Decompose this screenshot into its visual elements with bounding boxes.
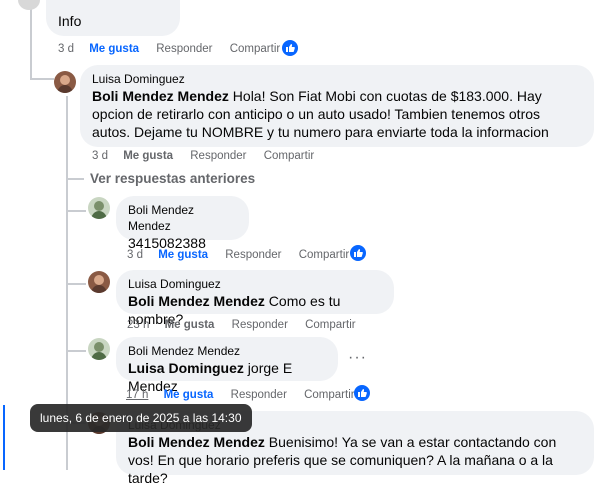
- share-button[interactable]: Compartir: [264, 149, 314, 163]
- thread-connector-c4: [66, 350, 86, 352]
- timestamp[interactable]: 23 h: [127, 318, 149, 332]
- thread-connector-c3: [66, 283, 86, 285]
- mention-link[interactable]: Luisa Dominguez: [128, 360, 244, 376]
- like-reaction-icon[interactable]: [282, 40, 298, 56]
- avatar-boli[interactable]: [88, 338, 110, 360]
- like-button[interactable]: Me gusta: [165, 318, 215, 332]
- comment-bubble-top: Info: [46, 0, 180, 36]
- comment-actions-2: 3 d Me gusta Responder Compartir: [127, 248, 363, 262]
- avatar-top[interactable]: [18, 0, 40, 10]
- thread-line-main-curve: [30, 78, 54, 80]
- more-options-icon[interactable]: ···: [348, 349, 367, 367]
- mention-link[interactable]: Boli Mendez Mendez: [128, 293, 265, 309]
- reply-button[interactable]: Responder: [231, 388, 287, 402]
- comment-author[interactable]: Luisa Dominguez: [128, 276, 382, 292]
- comment-actions-3: 23 h Me gusta Responder Compartir: [127, 318, 370, 332]
- like-reaction-icon[interactable]: [350, 245, 366, 261]
- thread-line-main: [30, 0, 32, 80]
- like-button[interactable]: Me gusta: [158, 248, 208, 262]
- share-button[interactable]: Compartir: [230, 42, 280, 56]
- comment-text: Info: [58, 13, 82, 29]
- comment-text: Boli Mendez Mendez Hola! Son Fiat Mobi c…: [92, 87, 582, 141]
- like-button[interactable]: Me gusta: [89, 42, 139, 56]
- comment-bubble-3: Luisa Dominguez Boli Mendez Mendez Como …: [116, 270, 394, 327]
- comment-bubble-1: Luisa Dominguez Boli Mendez Mendez Hola!…: [80, 65, 594, 147]
- like-button[interactable]: Me gusta: [164, 388, 214, 402]
- comment-bubble-4: Boli Mendez Mendez Luisa Dominguez jorge…: [116, 337, 338, 394]
- mention-link[interactable]: Boli Mendez Mendez: [92, 88, 229, 104]
- timestamp[interactable]: 3 d: [58, 42, 74, 56]
- comment-author[interactable]: Boli Mendez Mendez: [128, 202, 237, 234]
- reply-button[interactable]: Responder: [232, 318, 288, 332]
- timestamp[interactable]: 17 h: [126, 388, 148, 402]
- reply-button[interactable]: Responder: [225, 248, 281, 262]
- view-previous-replies-link[interactable]: Ver respuestas anteriores: [90, 171, 255, 186]
- reply-button[interactable]: Responder: [156, 42, 212, 56]
- like-button[interactable]: Me gusta: [123, 149, 173, 163]
- thread-connector-c2: [66, 210, 86, 212]
- avatar-luisa[interactable]: [54, 71, 76, 93]
- avatar-luisa[interactable]: [88, 271, 110, 293]
- comment-actions-1: 3 d Me gusta Responder Compartir: [92, 149, 328, 163]
- comment-author[interactable]: Luisa Dominguez: [92, 71, 582, 87]
- share-button[interactable]: Compartir: [299, 248, 349, 262]
- comment-text: Boli Mendez Mendez Buenisimo! Ya se van …: [128, 433, 582, 487]
- avatar-boli[interactable]: [88, 197, 110, 219]
- comment-author[interactable]: Boli Mendez Mendez: [128, 343, 326, 359]
- like-reaction-icon[interactable]: [354, 385, 370, 401]
- reply-button[interactable]: Responder: [190, 149, 246, 163]
- comment-bubble-2: Boli Mendez Mendez 3415082388: [116, 196, 249, 251]
- timestamp-tooltip: lunes, 6 de enero de 2025 a las 14:30: [30, 404, 252, 432]
- thread-connector-view-prev: [66, 178, 84, 180]
- timestamp[interactable]: 3 d: [92, 149, 108, 163]
- timestamp[interactable]: 3 d: [127, 248, 143, 262]
- mention-link[interactable]: Boli Mendez Mendez: [128, 434, 265, 450]
- share-button[interactable]: Compartir: [305, 318, 355, 332]
- share-button[interactable]: Compartir: [304, 388, 354, 402]
- left-edge-line: [3, 405, 5, 470]
- comment-actions-top: 3 d Me gusta Responder Compartir: [58, 42, 294, 56]
- comment-actions-4: 17 h Me gusta Responder Compartir: [126, 388, 369, 402]
